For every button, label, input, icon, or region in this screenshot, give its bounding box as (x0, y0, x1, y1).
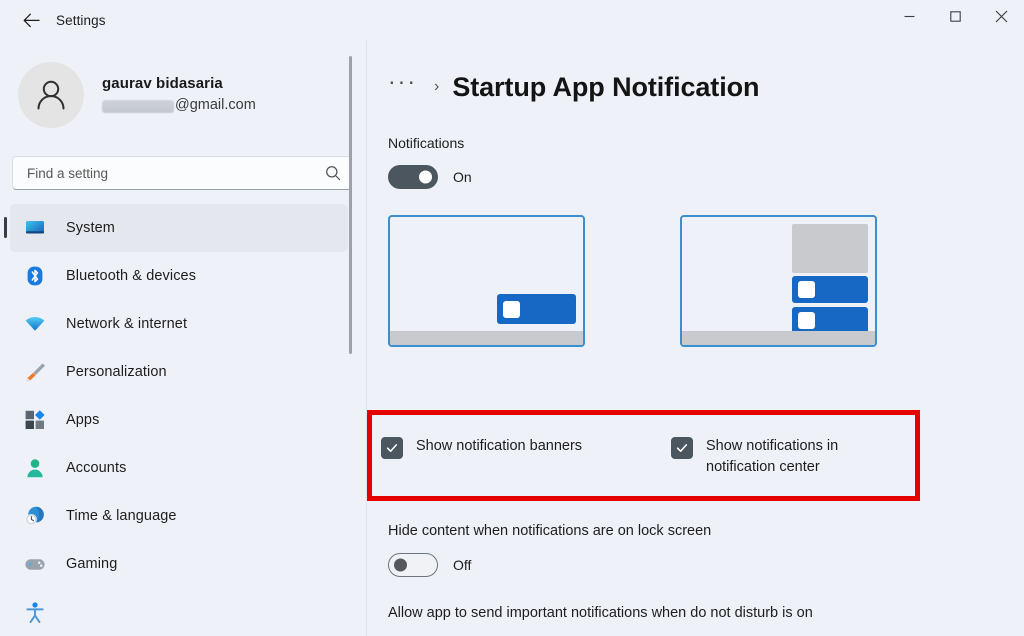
window-controls (886, 0, 1024, 40)
checkbox-show-notification-banners[interactable]: Show notification banners (381, 436, 671, 478)
account-email: @gmail.com (102, 96, 256, 116)
banner-mini-card (497, 294, 576, 324)
center-mini-card-1 (792, 276, 868, 303)
notifications-toggle-state: On (453, 169, 472, 185)
do-not-disturb-label: Allow app to send important notification… (388, 605, 813, 621)
apps-blocks-icon (22, 407, 48, 433)
checkmark-icon (386, 444, 398, 452)
hide-content-toggle[interactable] (388, 553, 438, 577)
checkbox-show-notifications-in-notification-center[interactable]: Show notifications in notification cente… (671, 436, 891, 478)
maximize-button[interactable] (932, 0, 978, 32)
settings-window: Settings gaurav bidasaria @gmail.com Fin… (0, 0, 1024, 636)
lower-settings: Hide content when notifications are on l… (388, 523, 1008, 621)
person-avatar-icon (37, 80, 65, 110)
sidebar-item-label: Accounts (66, 460, 127, 476)
notification-center-panel (792, 224, 868, 273)
sidebar-item-label: Network & internet (66, 316, 188, 332)
title-bar: Settings (0, 0, 1024, 40)
notification-center-preview[interactable] (680, 215, 877, 347)
sidebar: gaurav bidasaria @gmail.com Find a setti… (0, 40, 367, 636)
hide-content-label: Hide content when notifications are on l… (388, 523, 712, 539)
checkbox-label: Show notifications in notification cente… (706, 438, 839, 476)
sidebar-item-label: Gaming (66, 556, 118, 572)
sidebar-item-personalization[interactable]: Personalization (10, 348, 348, 396)
sidebar-item-label: System (66, 220, 115, 236)
taskbar-strip (390, 331, 583, 345)
app-icon-placeholder (503, 300, 520, 318)
sidebar-nav: System Bluetooth & devices Network & int… (0, 204, 366, 636)
breadcrumb-overflow-button[interactable]: ··· (388, 69, 417, 105)
app-title: Settings (56, 12, 106, 28)
page-title: Startup App Notification (452, 71, 760, 102)
bluetooth-icon (22, 263, 48, 289)
sidebar-item-label: Bluetooth & devices (66, 268, 197, 284)
window-body: gaurav bidasaria @gmail.com Find a setti… (0, 40, 1024, 636)
sidebar-item-gaming[interactable]: Gaming (10, 540, 348, 588)
avatar (18, 62, 84, 128)
close-icon (995, 10, 1007, 22)
maximize-icon (949, 10, 961, 22)
sidebar-item-bluetooth-devices[interactable]: Bluetooth & devices (10, 252, 348, 300)
notification-previews (388, 215, 1024, 347)
accessibility-icon (22, 599, 48, 625)
account-email-suffix: @gmail.com (175, 97, 256, 114)
taskbar-strip (682, 331, 875, 345)
sidebar-item-accessibility[interactable] (10, 588, 348, 636)
hide-content-toggle-row: Off (388, 553, 1008, 577)
back-arrow-icon (23, 13, 40, 27)
toggle-knob (394, 558, 407, 572)
checkbox-box (381, 437, 403, 459)
sidebar-item-system[interactable]: System (4, 204, 348, 252)
close-button[interactable] (978, 0, 1024, 32)
search-icon (326, 166, 341, 181)
account-header[interactable]: gaurav bidasaria @gmail.com (0, 40, 366, 132)
app-icon-placeholder (798, 281, 815, 298)
breadcrumb: ··· › Startup App Notification (388, 62, 1024, 112)
search-box[interactable] (12, 156, 352, 190)
center-mini-card-2 (792, 307, 868, 334)
toggle-knob (419, 170, 432, 184)
checkbox-box (671, 437, 693, 459)
checkbox-group: Show notification banners Show notificat… (381, 436, 901, 478)
notifications-toggle-row: On (388, 165, 1024, 189)
back-button[interactable] (14, 5, 48, 35)
vertical-scrollbar[interactable] (349, 56, 352, 354)
notifications-label: Notifications (388, 135, 465, 151)
account-text: gaurav bidasaria @gmail.com (102, 74, 256, 116)
minimize-icon (904, 15, 914, 17)
gamepad-icon (22, 551, 48, 577)
sidebar-item-label: Apps (66, 412, 100, 428)
checkbox-label: Show notification banners (416, 438, 583, 454)
minimize-button[interactable] (886, 0, 932, 32)
sidebar-item-label: Personalization (66, 364, 167, 380)
redacted-email-icon (102, 99, 174, 113)
sidebar-item-accounts[interactable]: Accounts (10, 444, 348, 492)
main-content: ··· › Startup App Notification Notificat… (366, 40, 1024, 636)
sidebar-item-network-internet[interactable]: Network & internet (10, 300, 348, 348)
sidebar-item-label: Time & language (66, 508, 177, 524)
checkmark-icon (676, 444, 688, 452)
account-name: gaurav bidasaria (102, 75, 223, 93)
sidebar-item-apps[interactable]: Apps (10, 396, 348, 444)
notifications-toggle[interactable] (388, 165, 438, 189)
hide-content-toggle-state: Off (453, 557, 472, 573)
app-icon-placeholder (798, 312, 815, 329)
globe-clock-icon (22, 503, 48, 529)
chevron-right-icon: › (433, 78, 440, 95)
person-icon (22, 455, 48, 481)
search-container (0, 132, 366, 190)
wifi-icon (22, 311, 48, 337)
sidebar-item-time-language[interactable]: Time & language (10, 492, 348, 540)
paintbrush-icon (22, 359, 48, 385)
search-input[interactable] (27, 165, 325, 181)
monitor-icon (22, 215, 48, 241)
notification-banner-preview[interactable] (388, 215, 585, 347)
